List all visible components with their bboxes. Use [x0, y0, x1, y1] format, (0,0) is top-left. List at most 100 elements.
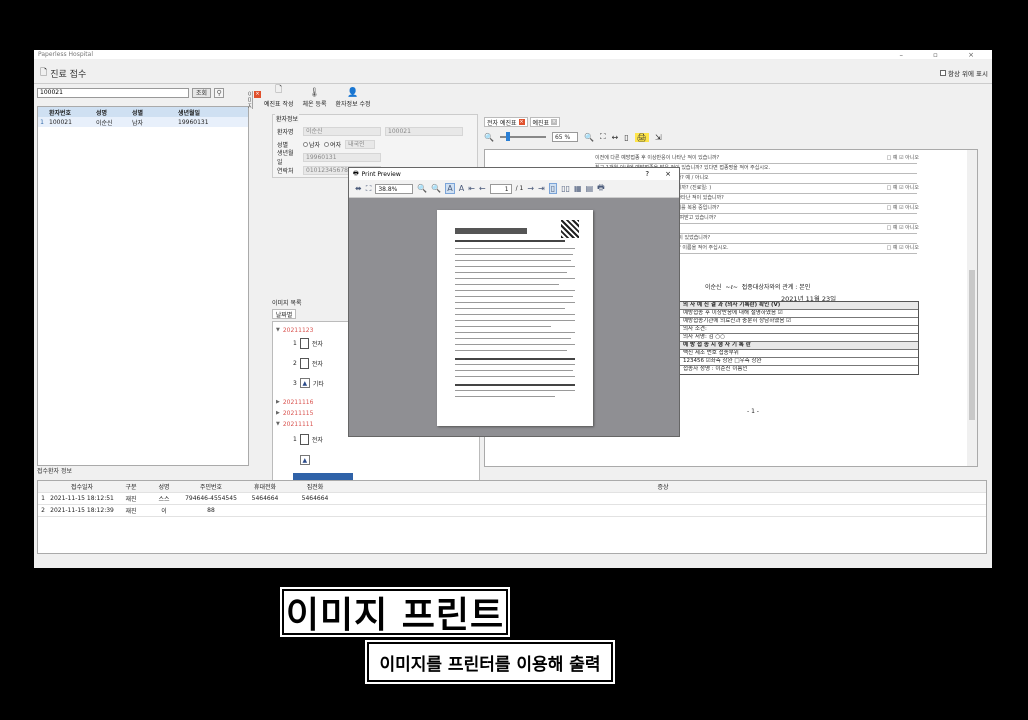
print-preview-dialog: 🖶 Print Preview ? × ⬌ ⛶ 38.8% 🔍 🔍 A A ⇤ ←… — [348, 167, 680, 437]
fit-width-icon[interactable]: ↔ — [612, 133, 619, 142]
fit-page-icon[interactable]: ⛶ — [600, 132, 606, 142]
document-tabs: 전자 예진표 × 예진표 × — [484, 117, 984, 127]
always-on-top-toggle[interactable]: 항상 위에 표시 — [939, 68, 988, 78]
thermometer-icon: 🌡 — [308, 88, 321, 98]
table-row[interactable]: 1 100021 이순신 남자 19960131 — [38, 117, 248, 127]
col-rrn[interactable]: 주민번호 — [182, 482, 240, 491]
print-preview-icon[interactable]: 🖨 — [634, 132, 649, 142]
col-type[interactable]: 구분 — [116, 482, 146, 491]
female-radio[interactable]: 여자 — [324, 140, 341, 149]
patient-edit-button[interactable]: 👤 환자정보 수정 — [336, 88, 371, 108]
col-name[interactable]: 성명 — [146, 482, 182, 491]
col-birth[interactable]: 생년월일 — [170, 108, 230, 117]
tree-item-selected[interactable]: 2 ▲ 예진 — [293, 455, 324, 465]
vertical-scrollbar[interactable] — [967, 150, 977, 466]
zoom-in-icon[interactable]: 🔍 — [431, 184, 441, 193]
tree-item[interactable]: 1 전자 — [293, 337, 323, 349]
col-home-phone[interactable]: 집전화 — [290, 482, 340, 491]
col-name[interactable]: 성명 — [86, 108, 126, 117]
temperature-button[interactable]: 🌡 체온 등록 — [303, 88, 327, 108]
patient-search-pane: 조회 ⚲ 환자번호 성명 성별 생년월일 1 100021 이순신 남자 199… — [37, 87, 249, 466]
result-row: 접종자 성명 : 이순신 이름인 — [683, 366, 748, 372]
close-icon[interactable]: × — [254, 91, 261, 98]
tree-item[interactable]: 1 전자 — [293, 433, 323, 445]
tab-electronic-form[interactable]: 전자 예진표 × — [484, 117, 528, 127]
tree-item[interactable]: 2 전자 — [293, 357, 323, 369]
patient-id-field[interactable]: 100021 — [385, 126, 463, 136]
page-setup-icon[interactable]: ▤ — [586, 184, 594, 193]
page-input[interactable]: 1 — [489, 183, 512, 194]
user-search-icon[interactable]: ⚲ — [214, 87, 225, 98]
divider — [34, 83, 992, 84]
cell-patient-id: 100021 — [49, 118, 72, 126]
table-row[interactable]: 1 2021-11-15 18:12:51 재진 스스 794646-45545… — [38, 493, 986, 505]
first-page-icon[interactable]: ⇤ — [468, 184, 475, 193]
reception-grid: 접수일자 구분 성명 주민번호 휴대전화 집전화 증상 1 2021-11-15… — [37, 480, 987, 554]
document-icon — [299, 357, 309, 369]
tab-form[interactable]: 예진표 × — [529, 117, 561, 127]
single-page-view-icon[interactable]: ▯ — [548, 183, 558, 194]
tree-date-node[interactable]: ▼ 20211123 — [276, 325, 313, 335]
table-row[interactable]: 2 2021-11-15 18:12:39 재진 이 88 — [38, 505, 986, 517]
name-label: 환자명 — [277, 128, 294, 136]
cell-name: 이순신 — [96, 119, 113, 127]
col-symptom[interactable]: 증상 — [340, 482, 986, 491]
window-controls[interactable]: – ▫ × — [899, 51, 988, 59]
fit-width-icon[interactable]: ⬌ — [355, 184, 362, 193]
previous-page-icon[interactable]: ← — [479, 184, 486, 193]
zoom-slider[interactable] — [499, 132, 546, 141]
question-line: 이전에 다른 예방접종 후 이상반응이 나타난 적이 있습니까? — [595, 154, 917, 164]
result-row: 예방접종 후 이상반응에 대해 설명하였음 ☑ — [680, 310, 918, 318]
single-page-icon[interactable]: ▯ — [624, 133, 628, 142]
result-row: 예 방 접 종 시 행 자 기 록 란 — [680, 342, 918, 350]
close-icon[interactable]: × — [518, 119, 525, 125]
yes-no-checkbox: □ 예 ☑ 아니오 — [886, 245, 919, 251]
portrait-icon[interactable]: A — [445, 183, 455, 194]
print-icon[interactable]: 🖶 — [597, 182, 605, 196]
col-date[interactable]: 접수일자 — [48, 482, 116, 491]
multi-page-view-icon[interactable]: ▦ — [574, 184, 582, 193]
patient-search-input[interactable] — [37, 87, 189, 98]
preview-zoom-select[interactable]: 38.8% — [375, 183, 414, 194]
tree-date-node[interactable]: ▶ 20211116 — [276, 397, 313, 407]
consent-form-button[interactable]: 🗋 예진표 작성 — [264, 82, 294, 108]
row-index: 1 — [40, 118, 44, 126]
name-field[interactable]: 이순신 — [303, 126, 381, 136]
tree-date-node[interactable]: ▼ 20211111 — [276, 419, 313, 429]
col-patient-id[interactable]: 환자번호 — [46, 108, 86, 117]
zoom-in-icon[interactable]: 🔍 — [584, 133, 594, 142]
col-mobile[interactable]: 휴대전화 — [240, 482, 290, 491]
tab-images[interactable]: 이미지 — [246, 91, 253, 109]
help-button[interactable]: ? — [645, 170, 649, 178]
tree-item[interactable]: 3 ▲ 기타 — [293, 378, 324, 388]
zoom-out-icon[interactable]: 🔍 — [417, 184, 427, 193]
patient-grid-header: 환자번호 성명 성별 생년월일 — [38, 107, 248, 117]
export-icon[interactable]: ⇲ — [655, 133, 662, 142]
yes-no-checkbox: □ 예 ☑ 아니오 — [886, 185, 919, 191]
tree-date-node[interactable]: ▶ 20211115 — [276, 408, 313, 418]
print-preview-title: Print Preview — [361, 170, 401, 178]
zoom-out-icon[interactable]: 🔍 — [484, 133, 494, 142]
document-icon — [299, 433, 309, 445]
zoom-input[interactable]: 65 % — [551, 132, 578, 142]
fit-page-icon[interactable]: ⛶ — [366, 184, 372, 194]
male-radio[interactable]: 남자 — [303, 140, 320, 149]
birth-field[interactable]: 19960131 — [303, 152, 381, 162]
landscape-icon[interactable]: A — [459, 184, 464, 193]
yes-no-checkbox: □ 예 ☑ 아니오 — [886, 155, 919, 161]
viewer-toolbar: 🔍 65 % 🔍 ⛶ ↔ ▯ 🖨 ⇲ — [484, 129, 984, 145]
patient-grid: 환자번호 성명 성별 생년월일 1 100021 이순신 남자 19960131 — [37, 106, 249, 466]
checkbox-icon[interactable] — [939, 70, 946, 76]
next-page-icon[interactable]: → — [527, 184, 534, 193]
tab-by-date[interactable]: 날짜별 — [272, 309, 296, 319]
nationality-select[interactable]: 내국인 — [345, 139, 376, 149]
search-button[interactable]: 조회 — [192, 87, 212, 98]
close-icon[interactable]: × — [551, 119, 558, 125]
printer-icon: 🖶 — [353, 170, 359, 177]
two-page-view-icon[interactable]: ▯▯ — [561, 184, 570, 193]
last-page-icon[interactable]: ⇥ — [538, 184, 545, 193]
col-sex[interactable]: 성별 — [126, 108, 170, 117]
close-button[interactable]: × — [665, 170, 671, 178]
cell-birth: 19960131 — [178, 118, 209, 126]
window-titlebar: Paperless Hospital – ▫ × — [34, 50, 992, 59]
